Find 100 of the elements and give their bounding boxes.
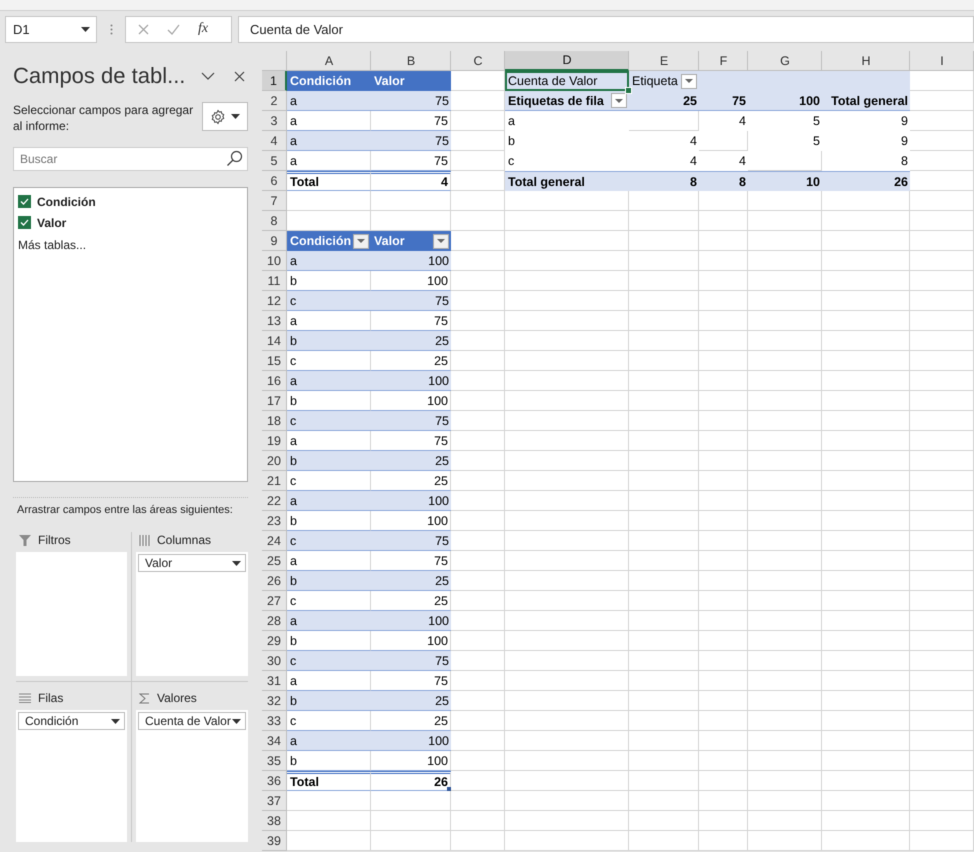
row-header[interactable]: 8	[262, 211, 287, 231]
grip-icon	[110, 24, 113, 34]
drop-area[interactable]: Cuenta de Valor	[136, 710, 248, 842]
dropdown-caret-icon[interactable]	[231, 114, 240, 119]
row-header[interactable]: 1	[262, 71, 287, 91]
table-cell: Valor	[371, 71, 451, 91]
table-cell: 75	[371, 91, 451, 111]
row-header[interactable]: 3	[262, 111, 287, 131]
row-header[interactable]: 38	[262, 811, 287, 831]
drop-area[interactable]: Condición	[16, 710, 127, 842]
sigma-icon	[139, 692, 150, 704]
table-cell: 10	[748, 171, 822, 191]
table-cell: a	[287, 611, 371, 631]
dropdown-caret-icon[interactable]	[111, 718, 120, 724]
row-header[interactable]: 26	[262, 571, 287, 591]
field-label[interactable]: Valor	[37, 216, 66, 230]
field-chip[interactable]: Valor	[138, 554, 246, 572]
column-header[interactable]: C	[451, 51, 505, 71]
filter-dropdown-button[interactable]	[611, 93, 627, 108]
search-field[interactable]: Buscar	[13, 147, 248, 171]
row-header[interactable]: 37	[262, 791, 287, 811]
row-header[interactable]: 16	[262, 371, 287, 391]
resize-handle[interactable]	[447, 787, 451, 791]
row-header[interactable]: 21	[262, 471, 287, 491]
row-header[interactable]: 6	[262, 171, 287, 191]
row-header[interactable]: 9	[262, 231, 287, 251]
field-chip[interactable]: Cuenta de Valor	[138, 712, 246, 730]
row-header[interactable]: 11	[262, 271, 287, 291]
table-cell: Total	[287, 771, 371, 791]
table-cell: a	[505, 111, 629, 131]
row-header[interactable]: 7	[262, 191, 287, 211]
row-header[interactable]: 20	[262, 451, 287, 471]
row-header[interactable]: 25	[262, 551, 287, 571]
insert-function-button[interactable]: fx	[198, 21, 208, 37]
row-header[interactable]: 33	[262, 711, 287, 731]
filter-dropdown-button[interactable]	[681, 74, 697, 88]
field-chip[interactable]: Condición	[18, 712, 125, 730]
row-header[interactable]: 24	[262, 531, 287, 551]
settings-button[interactable]	[202, 102, 248, 131]
row-header[interactable]: 34	[262, 731, 287, 751]
table-cell: Condición	[290, 234, 352, 248]
table-cell: a	[287, 91, 371, 111]
table-cell: b	[287, 691, 371, 711]
row-header[interactable]: 18	[262, 411, 287, 431]
column-header[interactable]: G	[748, 51, 822, 71]
close-icon[interactable]	[234, 70, 245, 82]
checkbox[interactable]	[18, 195, 31, 208]
row-header[interactable]: 22	[262, 491, 287, 511]
row-header[interactable]: 19	[262, 431, 287, 451]
checkbox[interactable]	[18, 216, 31, 229]
column-header[interactable]: E	[629, 51, 699, 71]
chevron-down-icon[interactable]	[201, 72, 215, 80]
table-cell: Etiqueta	[632, 74, 678, 88]
table-cell: Valor	[374, 234, 405, 248]
table-cell: 100	[371, 731, 451, 751]
row-header[interactable]: 17	[262, 391, 287, 411]
fill-handle[interactable]	[625, 87, 632, 94]
row-header[interactable]: 31	[262, 671, 287, 691]
filter-dropdown-button[interactable]	[353, 234, 369, 248]
row-header[interactable]: 27	[262, 591, 287, 611]
dropdown-caret-icon[interactable]	[685, 79, 693, 83]
column-header[interactable]: F	[699, 51, 748, 71]
more-tables-link[interactable]: Más tablas...	[18, 238, 86, 252]
table-cell: 75	[371, 651, 451, 671]
column-header[interactable]: H	[822, 51, 910, 71]
row-header[interactable]: 5	[262, 151, 287, 171]
row-header[interactable]: 4	[262, 131, 287, 151]
row-header[interactable]: 28	[262, 611, 287, 631]
row-header[interactable]: 35	[262, 751, 287, 771]
row-header[interactable]: 15	[262, 351, 287, 371]
dropdown-caret-icon[interactable]	[81, 26, 90, 32]
search-icon[interactable]	[226, 150, 243, 167]
row-header[interactable]: 39	[262, 831, 287, 851]
settings-icon[interactable]	[210, 108, 226, 124]
columns-icon	[139, 534, 150, 546]
dropdown-caret-icon[interactable]	[232, 560, 241, 566]
row-header[interactable]: 30	[262, 651, 287, 671]
check-icon[interactable]	[167, 24, 180, 34]
column-header[interactable]: D	[505, 51, 629, 71]
row-header[interactable]: 13	[262, 311, 287, 331]
row-header[interactable]: 2	[262, 91, 287, 111]
column-header[interactable]: I	[910, 51, 974, 71]
row-header[interactable]: 29	[262, 631, 287, 651]
field-label[interactable]: Condición	[37, 194, 96, 208]
name-box-value[interactable]: D1	[13, 22, 30, 36]
column-header[interactable]: A	[287, 51, 371, 71]
row-header[interactable]: 32	[262, 691, 287, 711]
row-header[interactable]: 14	[262, 331, 287, 351]
dropdown-caret-icon[interactable]	[615, 98, 623, 102]
table-cell: c	[505, 151, 629, 171]
row-header[interactable]: 12	[262, 291, 287, 311]
row-header[interactable]: 23	[262, 511, 287, 531]
filter-dropdown-button[interactable]	[433, 234, 449, 248]
row-header[interactable]: 10	[262, 251, 287, 271]
formula-field[interactable]: Cuenta de Valor	[238, 16, 974, 42]
area-title: Valores	[157, 691, 197, 705]
drop-area[interactable]: Valor	[136, 552, 248, 676]
row-header[interactable]: 36	[262, 771, 287, 791]
column-header[interactable]: B	[371, 51, 451, 71]
dropdown-caret-icon[interactable]	[232, 718, 241, 724]
